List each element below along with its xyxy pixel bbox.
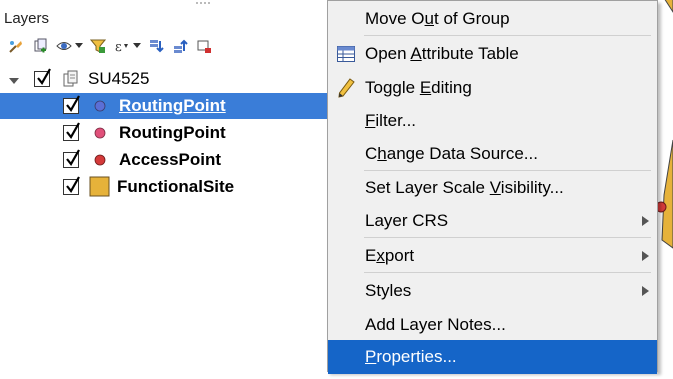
menu-mnemonic: h (377, 144, 387, 163)
chevron-down-icon[interactable] (74, 36, 84, 56)
collapse-all-icon[interactable] (170, 36, 190, 56)
layer-label: FunctionalSite (117, 177, 235, 196)
menu-text: Styles (365, 281, 412, 300)
menu-item-change-data-source[interactable]: Change Data Source... (328, 137, 657, 171)
layer-label: RoutingPoint (119, 123, 226, 142)
menu-text: ilter... (375, 111, 417, 130)
group-visibility-checkbox[interactable] (34, 68, 51, 87)
menu-mnemonic: A (410, 44, 422, 63)
submenu-arrow-icon (642, 216, 649, 226)
menu-text: diting (431, 78, 472, 97)
manage-visibility-icon[interactable] (54, 36, 74, 56)
menu-item-properties[interactable]: Properties... (328, 340, 657, 374)
layer-visibility-checkbox[interactable] (63, 176, 80, 195)
menu-item-filter[interactable]: Filter... (328, 104, 657, 138)
layer-visibility-checkbox[interactable] (63, 149, 80, 168)
menu-item-add-layer-notes[interactable]: Add Layer Notes... (328, 308, 657, 342)
style-manager-icon[interactable] (6, 36, 26, 56)
menu-text: ange Data Source... (386, 144, 538, 163)
layer-visibility-checkbox[interactable] (63, 122, 80, 141)
point-symbol-icon (94, 154, 106, 166)
panel-drag-handle[interactable] (196, 2, 212, 4)
layer-label: AccessPoint (119, 150, 222, 169)
svg-text:ε: ε (115, 40, 122, 54)
polygon-symbol-icon (89, 176, 110, 197)
submenu-arrow-icon (642, 251, 649, 261)
menu-item-move-out-of-group[interactable]: Move Out of Group (328, 2, 657, 36)
point-symbol-icon (94, 127, 106, 139)
map-canvas[interactable] (658, 0, 673, 379)
menu-text: Move O (365, 9, 425, 28)
add-group-icon[interactable] (30, 36, 50, 56)
attribute-table-icon (337, 46, 355, 62)
map-features (658, 0, 673, 249)
menu-text: Toggle (365, 78, 420, 97)
layer-row-routingpoint-1[interactable]: RoutingPoint (0, 93, 328, 119)
layers-toolbar: ε (6, 36, 218, 56)
menu-text: roperties... (376, 347, 457, 366)
menu-separator (364, 237, 651, 238)
menu-text: t of Group (434, 9, 510, 28)
menu-item-styles[interactable]: Styles (328, 274, 657, 308)
panel-title: Layers (4, 10, 50, 27)
layer-row-functionalsite[interactable]: FunctionalSite (0, 174, 328, 200)
menu-item-open-attribute-table[interactable]: Open Attribute Table (328, 37, 657, 71)
layer-row-routingpoint-2[interactable]: RoutingPoint (0, 120, 328, 146)
menu-mnemonic: F (365, 111, 376, 130)
menu-separator (364, 35, 651, 36)
menu-text: Open (365, 44, 411, 63)
layer-visibility-checkbox[interactable] (63, 95, 80, 114)
layer-context-menu: Move Out of Group Open Attribute Table T… (327, 0, 658, 374)
expand-arrow-icon[interactable] (8, 75, 20, 87)
point-symbol-icon (94, 100, 106, 112)
remove-layer-icon[interactable] (194, 36, 214, 56)
menu-text: Add Layer Notes... (365, 315, 506, 334)
filter-legend-icon[interactable] (88, 36, 108, 56)
menu-mnemonic: P (365, 347, 377, 366)
menu-item-layer-crs[interactable]: Layer CRS (328, 204, 657, 238)
menu-item-toggle-editing[interactable]: Toggle Editing (328, 71, 657, 105)
chevron-down-icon[interactable] (132, 36, 142, 56)
menu-separator (364, 272, 651, 273)
layers-panel: Layers ε SU4525 RoutingPoint RoutingPoin… (0, 0, 328, 379)
menu-item-export[interactable]: Export (328, 239, 657, 273)
layer-row-accesspoint[interactable]: AccessPoint (0, 147, 328, 173)
layer-group-icon (63, 70, 78, 87)
expand-all-icon[interactable] (146, 36, 166, 56)
menu-item-set-layer-scale-visibility[interactable]: Set Layer Scale Visibility... (328, 171, 657, 205)
submenu-arrow-icon (642, 286, 649, 296)
layer-group-row[interactable]: SU4525 (0, 66, 328, 92)
filter-expression-icon[interactable]: ε (112, 36, 132, 56)
menu-text: Set Layer Scale (365, 178, 490, 197)
menu-text: C (365, 144, 378, 163)
menu-text: E (365, 246, 377, 265)
menu-text: port (384, 246, 415, 265)
menu-mnemonic: x (376, 246, 385, 265)
menu-mnemonic: V (489, 178, 501, 197)
menu-mnemonic: E (419, 78, 432, 97)
menu-text: Layer CRS (365, 211, 449, 230)
layer-label: RoutingPoint (119, 96, 226, 115)
menu-text: isibility... (500, 178, 564, 197)
menu-mnemonic: u (424, 9, 434, 28)
group-label: SU4525 (88, 69, 150, 88)
menu-text: ttribute Table (421, 44, 519, 63)
pencil-icon (338, 78, 355, 98)
